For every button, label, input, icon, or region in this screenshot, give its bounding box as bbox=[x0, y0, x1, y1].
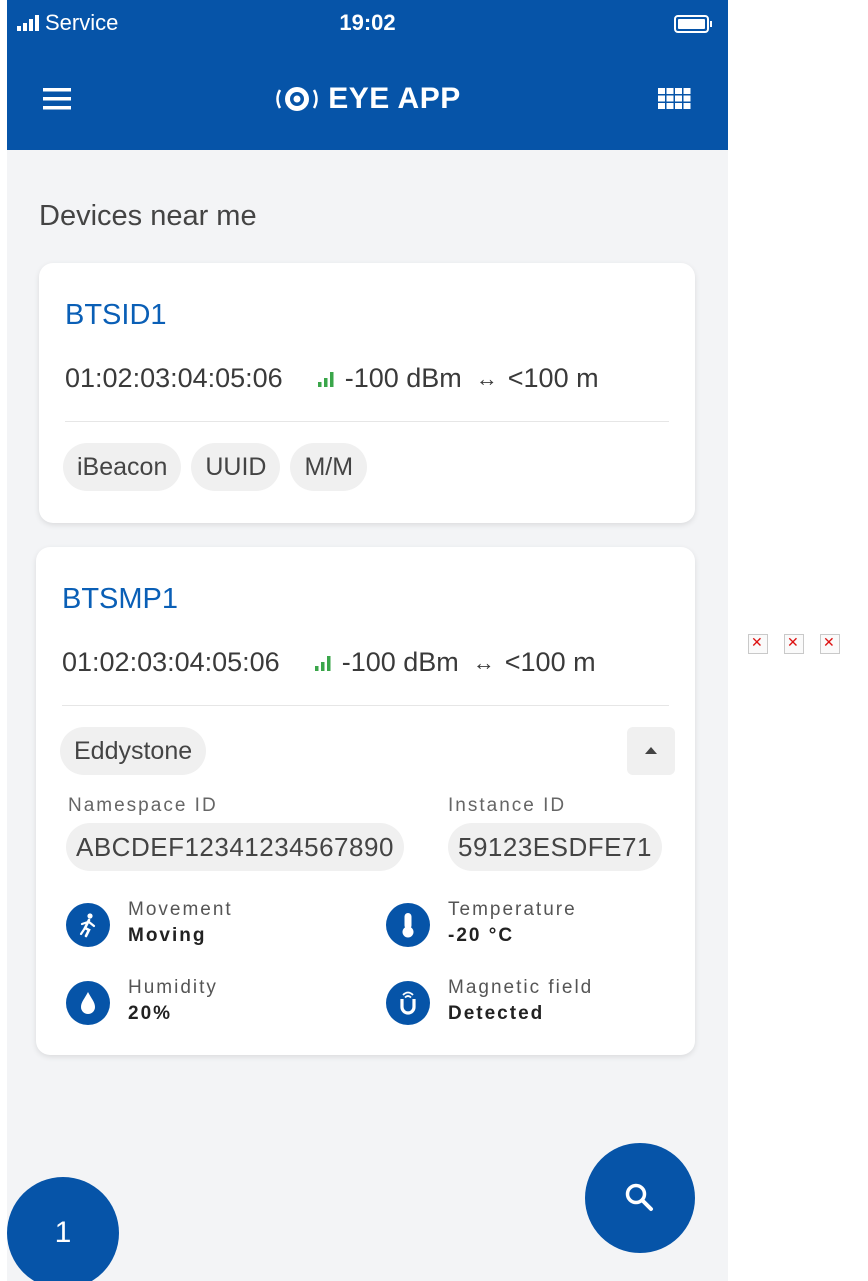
collapse-button[interactable] bbox=[627, 727, 675, 775]
sensor-movement: Movement Moving bbox=[66, 899, 233, 947]
sensor-value: -20 °C bbox=[448, 925, 515, 946]
app-title: EYE APP bbox=[328, 82, 461, 115]
tag-chip[interactable]: iBeacon bbox=[63, 443, 182, 491]
divider bbox=[62, 705, 669, 706]
phone-screen: Service 19:02 EYE APP Devices near me BT… bbox=[7, 0, 728, 1281]
sensor-label: Magnetic field bbox=[448, 977, 594, 998]
broken-image-icon bbox=[748, 634, 768, 654]
sensor-label: Humidity bbox=[128, 977, 218, 998]
tag-list: Eddystone bbox=[60, 727, 207, 775]
device-card[interactable]: BTSID1 01:02:03:04:05:06 -100 dBm ↔ <100… bbox=[39, 263, 695, 523]
broken-image-icon bbox=[784, 634, 804, 654]
device-info-row: 01:02:03:04:05:06 -100 dBm ↔ <100 m bbox=[62, 647, 675, 678]
magnet-icon bbox=[386, 981, 430, 1025]
sensor-temperature: Temperature -20 °C bbox=[386, 899, 577, 947]
namespace-value: ABCDEF12341234567890 bbox=[66, 823, 404, 871]
device-mac: 01:02:03:04:05:06 bbox=[62, 647, 280, 677]
sensor-humidity: Humidity 20% bbox=[66, 977, 218, 1025]
device-mac: 01:02:03:04:05:06 bbox=[65, 363, 283, 393]
instance-value: 59123ESDFE71 bbox=[448, 823, 662, 871]
device-card[interactable]: BTSMP1 01:02:03:04:05:06 -100 dBm ↔ <100… bbox=[36, 547, 695, 1055]
sensor-magnetic: Magnetic field Detected bbox=[386, 977, 593, 1025]
tag-chip[interactable]: UUID bbox=[191, 443, 281, 491]
divider bbox=[65, 421, 669, 422]
device-distance: <100 m bbox=[507, 363, 599, 393]
status-time: 19:02 bbox=[339, 10, 396, 35]
device-name[interactable]: BTSID1 bbox=[65, 299, 167, 332]
status-bar: Service 19:02 bbox=[7, 0, 728, 50]
search-icon bbox=[625, 1183, 653, 1211]
search-button[interactable] bbox=[585, 1143, 695, 1253]
drop-icon bbox=[66, 981, 110, 1025]
device-name[interactable]: BTSMP1 bbox=[62, 583, 178, 616]
device-rssi: -100 dBm bbox=[344, 363, 462, 393]
sensor-value: Detected bbox=[448, 1003, 545, 1024]
broken-image-group bbox=[748, 634, 840, 654]
signal-icon bbox=[314, 655, 331, 671]
chevron-up-icon bbox=[645, 747, 657, 754]
instance-label: Instance ID bbox=[448, 795, 567, 816]
sensor-value: Moving bbox=[128, 925, 207, 946]
namespace-label: Namespace ID bbox=[68, 795, 218, 816]
section-title: Devices near me bbox=[39, 200, 257, 232]
toolbar: EYE APP bbox=[7, 60, 728, 140]
sensor-label: Temperature bbox=[448, 899, 577, 920]
tag-chip[interactable]: Eddystone bbox=[60, 727, 207, 775]
broken-image-icon bbox=[820, 634, 840, 654]
sensor-value: 20% bbox=[128, 1003, 173, 1024]
grid-icon bbox=[658, 88, 691, 109]
thermometer-icon bbox=[386, 903, 430, 947]
tag-chip[interactable]: M/M bbox=[290, 443, 368, 491]
distance-arrow-icon: ↔ bbox=[472, 649, 495, 675]
device-count-button[interactable]: 1 bbox=[7, 1177, 119, 1281]
walking-icon bbox=[66, 903, 110, 947]
device-info-row: 01:02:03:04:05:06 -100 dBm ↔ <100 m bbox=[65, 363, 675, 394]
app-bar: Service 19:02 EYE APP bbox=[7, 0, 728, 150]
tag-list: iBeacon UUID M/M bbox=[63, 443, 368, 491]
eye-logo-icon bbox=[276, 87, 319, 111]
signal-icon bbox=[317, 371, 334, 387]
battery-icon bbox=[674, 14, 714, 39]
grid-view-button[interactable] bbox=[652, 78, 696, 122]
device-count: 1 bbox=[54, 1216, 72, 1249]
device-rssi: -100 dBm bbox=[341, 647, 459, 677]
app-brand: EYE APP bbox=[7, 82, 728, 116]
sensor-label: Movement bbox=[128, 899, 233, 920]
distance-arrow-icon: ↔ bbox=[475, 365, 498, 391]
device-distance: <100 m bbox=[504, 647, 596, 677]
